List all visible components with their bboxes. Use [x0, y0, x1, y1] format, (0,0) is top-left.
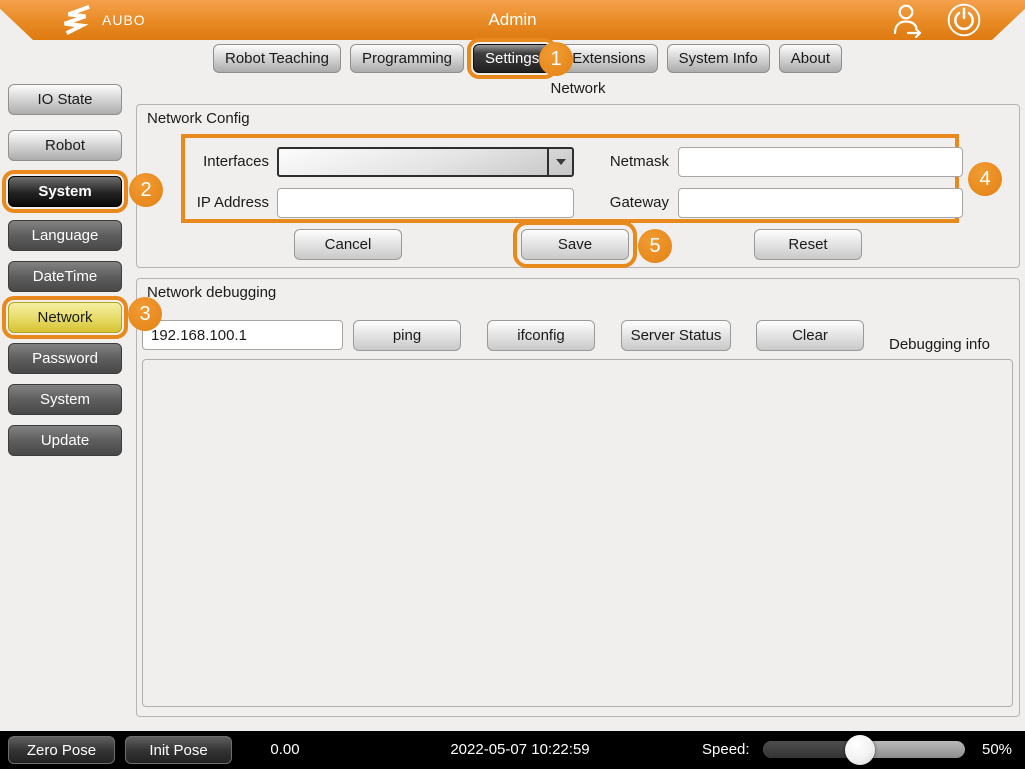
zero-pose-button[interactable]: Zero Pose [8, 736, 115, 764]
interfaces-dropdown[interactable] [277, 147, 574, 177]
ip-address-label: IP Address [177, 188, 269, 218]
gateway-label: Gateway [577, 188, 669, 218]
netmask-label: Netmask [577, 147, 669, 177]
sidebar-item-system[interactable]: System [8, 176, 122, 207]
annotation-badge-2: 2 [129, 173, 163, 207]
netmask-input[interactable] [678, 147, 963, 177]
speed-label: Speed: [702, 731, 750, 769]
tab-extensions[interactable]: Extensions [560, 44, 657, 73]
status-datetime: 2022-05-07 10:22:59 [410, 731, 630, 769]
network-debugging-group: Network debugging ping ifconfig Server S… [136, 278, 1020, 717]
status-bar: Zero Pose Init Pose 0.00 2022-05-07 10:2… [0, 731, 1025, 769]
annotation-badge-4: 4 [968, 162, 1002, 196]
title-bar: AUBO Admin [0, 0, 1025, 40]
save-button[interactable]: Save [521, 229, 629, 260]
tab-programming[interactable]: Programming [350, 44, 464, 73]
sidebar-item-system-2[interactable]: System [8, 384, 122, 415]
cancel-button[interactable]: Cancel [294, 229, 402, 260]
app-root: AUBO Admin Robot Teaching Programming Se… [0, 0, 1025, 769]
network-config-group-title: Network Config [147, 110, 250, 127]
annotation-badge-5: 5 [638, 229, 672, 263]
network-debugging-group-title: Network debugging [147, 284, 276, 301]
sidebar-item-update[interactable]: Update [8, 425, 122, 456]
debugging-info-label: Debugging info [889, 329, 1017, 360]
speed-slider-handle[interactable] [845, 735, 875, 765]
power-icon[interactable] [946, 2, 982, 38]
server-status-button[interactable]: Server Status [621, 320, 731, 351]
debug-ip-input[interactable] [142, 320, 343, 350]
ping-button[interactable]: ping [353, 320, 461, 351]
clear-button[interactable]: Clear [756, 320, 864, 351]
interfaces-label: Interfaces [177, 147, 269, 177]
sidebar-item-io-state[interactable]: IO State [8, 84, 122, 115]
reset-button[interactable]: Reset [754, 229, 862, 260]
sidebar-item-language[interactable]: Language [8, 220, 122, 251]
tab-robot-teaching[interactable]: Robot Teaching [213, 44, 341, 73]
user-logout-icon[interactable] [890, 2, 926, 38]
page-title: Network [136, 80, 1020, 97]
init-pose-button[interactable]: Init Pose [125, 736, 232, 764]
main-tab-bar: Robot Teaching Programming Settings Exte… [213, 44, 842, 73]
gateway-input[interactable] [678, 188, 963, 218]
sidebar-item-datetime[interactable]: DateTime [8, 261, 122, 292]
ip-address-input[interactable] [277, 188, 574, 218]
annotation-badge-1: 1 [539, 42, 573, 76]
sidebar-item-password[interactable]: Password [8, 343, 122, 374]
sidebar-item-network[interactable]: Network [8, 302, 122, 333]
sidebar-item-robot[interactable]: Robot [8, 130, 122, 161]
ifconfig-button[interactable]: ifconfig [487, 320, 595, 351]
tab-system-info[interactable]: System Info [667, 44, 770, 73]
tab-about[interactable]: About [779, 44, 842, 73]
network-config-group: Network Config Interfaces Netmask IP Add… [136, 104, 1020, 268]
window-title: Admin [0, 0, 1025, 40]
annotation-badge-3: 3 [128, 297, 162, 331]
status-value: 0.00 [250, 731, 320, 769]
speed-value: 50% [982, 731, 1024, 769]
chevron-down-icon [556, 159, 566, 165]
debug-output[interactable] [142, 359, 1013, 707]
dropdown-arrow-button[interactable] [547, 149, 572, 175]
